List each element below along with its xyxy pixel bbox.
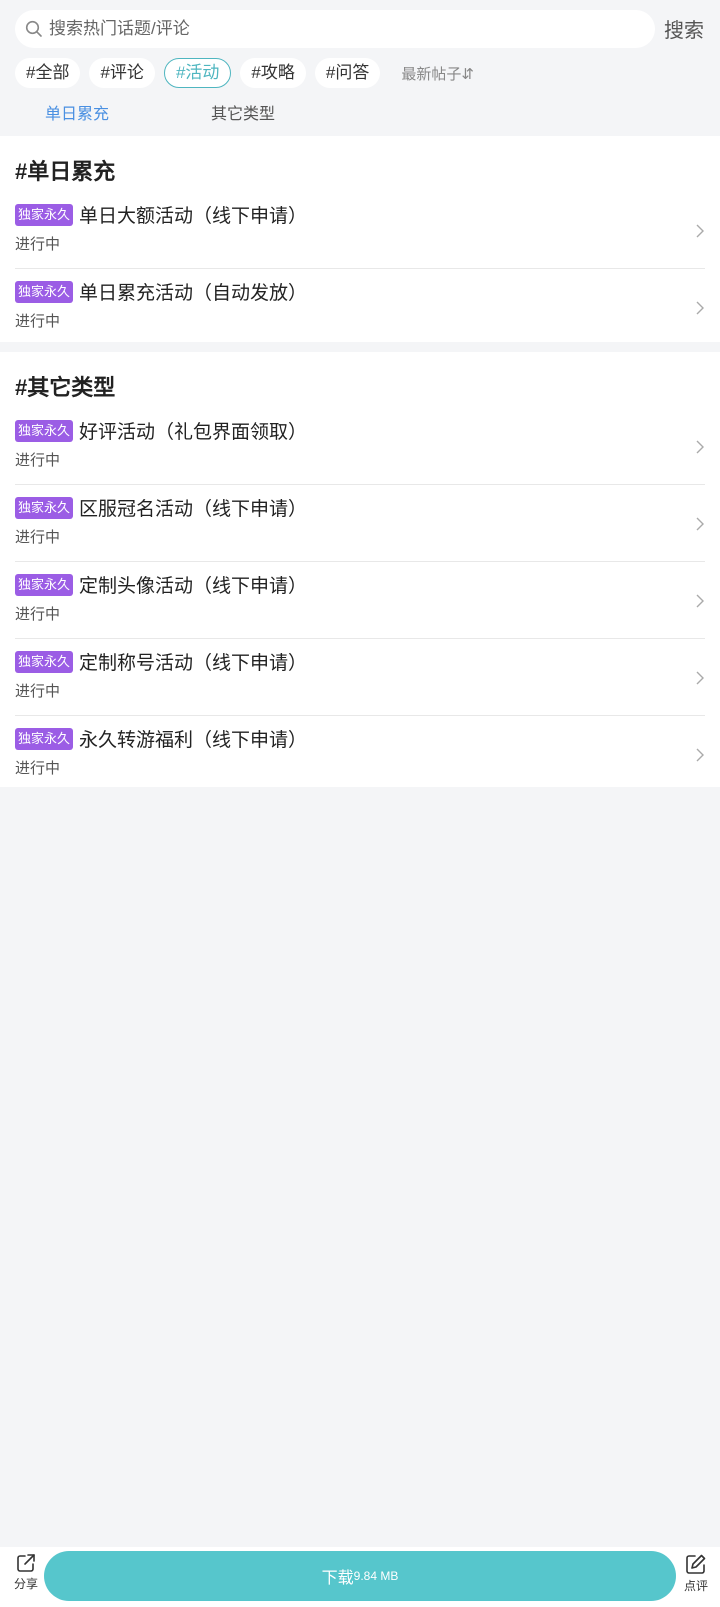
- item-status: 进行中: [15, 606, 61, 623]
- sort-toggle[interactable]: 最新帖子⇵: [401, 63, 474, 84]
- download-button[interactable]: 下载 9.84 MB: [44, 1551, 676, 1601]
- chevron-right-icon: [696, 748, 704, 762]
- tag-all[interactable]: #全部: [15, 58, 81, 88]
- item-status: 进行中: [15, 529, 61, 546]
- item-title: 区服冠名活动（线下申请）: [79, 499, 308, 520]
- section-daily-recharge: #单日累充 独家永久 单日大额活动（线下申请） 进行中 独家永久 单日累充活动（…: [0, 136, 720, 342]
- search-bar[interactable]: [15, 10, 655, 48]
- item-heading: 独家永久 好评活动（礼包界面领取）: [15, 417, 307, 444]
- item-heading: 独家永久 定制头像活动（线下申请）: [15, 571, 307, 598]
- chevron-right-icon: [696, 440, 704, 454]
- list-item[interactable]: 独家永久 单日大额活动（线下申请） 进行中: [0, 192, 720, 269]
- anchor-tabs: 单日累充 其它类型: [0, 100, 275, 124]
- exclusive-badge: 独家永久: [15, 280, 74, 303]
- header: 搜索 #全部 #评论 #活动 #攻略 #问答 最新帖子⇵ 单日累充 其它类型: [0, 0, 720, 136]
- chevron-right-icon: [696, 224, 704, 238]
- item-status: 进行中: [15, 760, 61, 777]
- share-button[interactable]: 分享: [6, 1553, 46, 1592]
- section-title: #单日累充: [15, 159, 116, 184]
- exclusive-badge: 独家永久: [15, 419, 74, 442]
- exclusive-badge: 独家永久: [15, 727, 74, 750]
- list-item[interactable]: 独家永久 单日累充活动（自动发放） 进行中: [0, 269, 720, 346]
- item-title: 单日大额活动（线下申请）: [79, 206, 308, 227]
- exclusive-badge: 独家永久: [15, 496, 74, 519]
- search-icon: [25, 20, 43, 38]
- edit-icon: [686, 1554, 706, 1574]
- item-title: 定制称号活动（线下申请）: [79, 653, 308, 674]
- review-button[interactable]: 点评: [676, 1553, 716, 1594]
- item-title: 单日累充活动（自动发放）: [79, 283, 308, 304]
- chevron-right-icon: [696, 594, 704, 608]
- list-item[interactable]: 独家永久 定制头像活动（线下申请） 进行中: [0, 562, 720, 639]
- share-icon: [17, 1554, 35, 1572]
- share-label: 分享: [13, 1577, 38, 1591]
- tag-reviews[interactable]: #评论: [89, 58, 155, 88]
- item-heading: 独家永久 区服冠名活动（线下申请）: [15, 494, 307, 521]
- chevron-right-icon: [696, 517, 704, 531]
- review-label: 点评: [683, 1579, 708, 1593]
- tag-filter-bar: #全部 #评论 #活动 #攻略 #问答 最新帖子⇵: [15, 58, 474, 88]
- list-item[interactable]: 独家永久 定制称号活动（线下申请） 进行中: [0, 639, 720, 716]
- chevron-right-icon: [696, 671, 704, 685]
- item-heading: 独家永久 定制称号活动（线下申请）: [15, 648, 307, 675]
- download-label: 下载: [321, 1570, 354, 1587]
- item-status: 进行中: [15, 313, 61, 330]
- tag-events[interactable]: #活动: [163, 58, 232, 88]
- item-title: 永久转游福利（线下申请）: [79, 730, 308, 751]
- exclusive-badge: 独家永久: [15, 650, 74, 673]
- tab-other-types[interactable]: 其它类型: [211, 100, 275, 124]
- exclusive-badge: 独家永久: [15, 203, 74, 226]
- chevron-right-icon: [696, 301, 704, 315]
- item-status: 进行中: [15, 452, 61, 469]
- list-item[interactable]: 独家永久 好评活动（礼包界面领取） 进行中: [0, 408, 720, 485]
- download-size: 9.84 MB: [353, 1569, 399, 1583]
- item-status: 进行中: [15, 683, 61, 700]
- tag-qa[interactable]: #问答: [314, 58, 381, 88]
- list-item[interactable]: 独家永久 永久转游福利（线下申请） 进行中: [0, 716, 720, 793]
- item-title: 定制头像活动（线下申请）: [79, 576, 308, 597]
- item-heading: 独家永久 单日累充活动（自动发放）: [15, 278, 307, 305]
- search-input[interactable]: [47, 18, 611, 40]
- exclusive-badge: 独家永久: [15, 573, 74, 596]
- list-item[interactable]: 独家永久 区服冠名活动（线下申请） 进行中: [0, 485, 720, 562]
- section-other-types: #其它类型 独家永久 好评活动（礼包界面领取） 进行中 独家永久 区服冠名活动（…: [0, 352, 720, 787]
- tag-guides[interactable]: #攻略: [240, 58, 306, 88]
- item-status: 进行中: [15, 236, 61, 253]
- item-heading: 独家永久 永久转游福利（线下申请）: [15, 725, 307, 752]
- tab-daily-recharge[interactable]: 单日累充: [45, 100, 109, 124]
- search-button[interactable]: 搜索: [664, 14, 704, 43]
- item-title: 好评活动（礼包界面领取）: [79, 422, 308, 443]
- bottom-bar: 分享 下载 9.84 MB 点评: [0, 1547, 720, 1607]
- section-title: #其它类型: [15, 375, 116, 400]
- item-heading: 独家永久 单日大额活动（线下申请）: [15, 201, 307, 228]
